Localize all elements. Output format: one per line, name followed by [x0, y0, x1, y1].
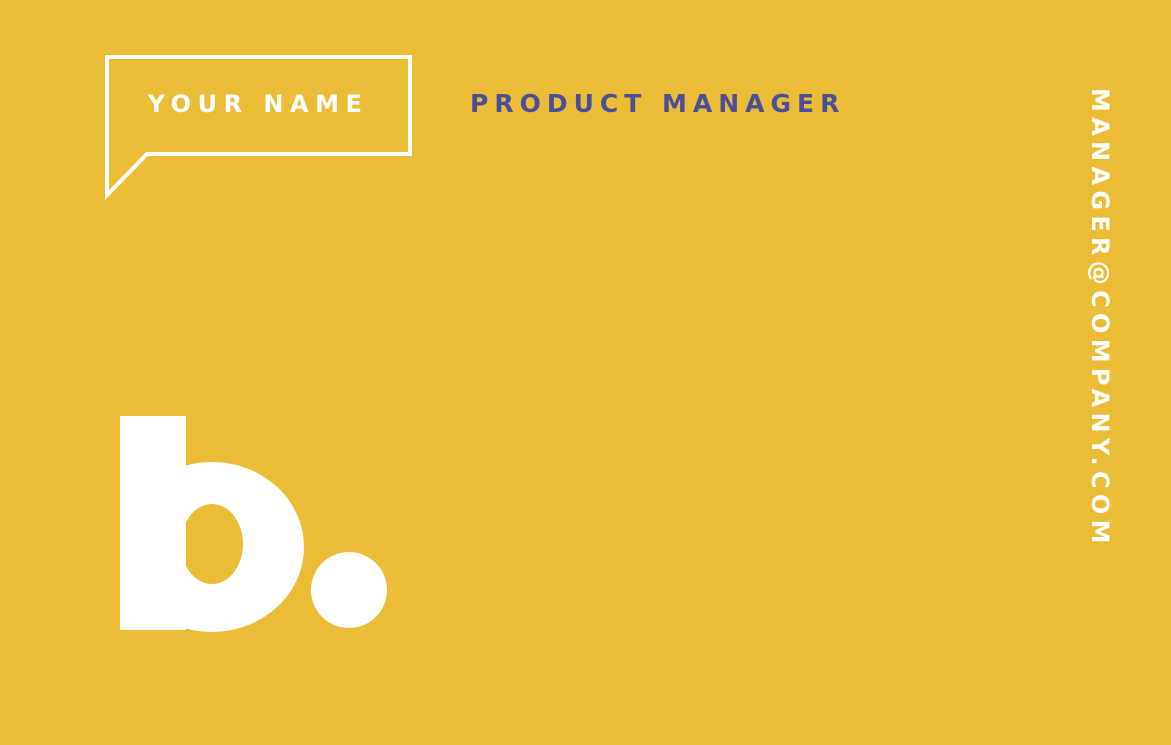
- business-card: YOUR NAME PRODUCT MANAGER MANAGER@COMPAN…: [0, 0, 1171, 745]
- b-dot-logo-icon: [120, 416, 387, 632]
